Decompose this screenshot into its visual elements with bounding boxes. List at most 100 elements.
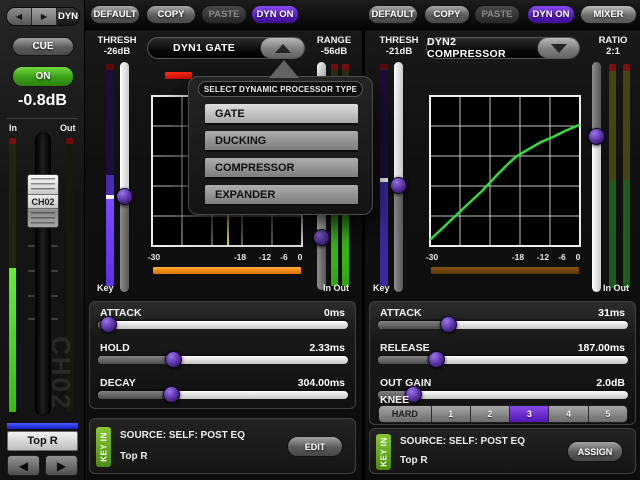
knee-option-5[interactable]: 5 bbox=[589, 406, 627, 422]
dyn2-type-selector[interactable]: DYN2 COMPRESSOR bbox=[426, 37, 580, 59]
nav-next-button[interactable]: ▶ bbox=[32, 8, 57, 25]
nav-prev-button[interactable]: ◀ bbox=[7, 8, 32, 25]
knee-option-1[interactable]: 1 bbox=[432, 406, 471, 422]
dyn1-level-meter bbox=[153, 267, 301, 274]
dyn2-ratio-knob[interactable] bbox=[588, 128, 605, 145]
scale-label: 0 bbox=[566, 252, 590, 262]
dyn2-outgain-slider[interactable] bbox=[378, 391, 628, 399]
scale-label: -18 bbox=[506, 252, 530, 262]
dyn2-graph bbox=[429, 95, 581, 247]
scale-label: -18 bbox=[228, 252, 252, 262]
next-channel-button[interactable]: ▶ bbox=[45, 455, 78, 476]
param-label: ATTACK bbox=[380, 307, 422, 319]
popup-item-gate[interactable]: GATE bbox=[205, 104, 358, 125]
dyn2-selector-arrow-button[interactable] bbox=[537, 38, 579, 58]
dyn2-key-meter bbox=[380, 64, 388, 286]
scale-label: -30 bbox=[142, 252, 166, 262]
dyn2-copy-button[interactable]: COPY bbox=[424, 5, 470, 24]
dyn1-thresh-knob[interactable] bbox=[116, 188, 133, 205]
dyn2-ratio-slider[interactable] bbox=[592, 62, 601, 292]
channel-nav-control: ◀ ▶ DYN bbox=[6, 7, 80, 26]
dyn2-attack-slider[interactable] bbox=[378, 321, 628, 329]
dynamics-screen: ◀ ▶ DYN CUE ON -0.8dB In Out CH02 CH02 bbox=[0, 0, 640, 480]
param-label: OUT GAIN bbox=[380, 377, 431, 389]
dyn1-attack-slider[interactable] bbox=[98, 321, 348, 329]
dyn1-meter-scale: -30 -18 -12 -6 0 bbox=[152, 252, 302, 262]
knee-option-2[interactable]: 2 bbox=[471, 406, 510, 422]
dyn1-hold-slider[interactable] bbox=[98, 356, 348, 364]
dyn1-attack-knob[interactable] bbox=[100, 316, 117, 333]
dyn2-release-knob[interactable] bbox=[428, 351, 445, 368]
mixer-button[interactable]: MIXER bbox=[580, 5, 637, 24]
dyn2-keyin-channel: Top R bbox=[400, 455, 428, 466]
prev-channel-button[interactable]: ◀ bbox=[7, 455, 40, 476]
dyn1-key-label: Key bbox=[97, 283, 114, 293]
dyn2-default-button[interactable]: DEFAULT bbox=[368, 5, 418, 24]
knee-option-hard[interactable]: HARD bbox=[379, 406, 432, 422]
dyn1-keyin-channel: Top R bbox=[120, 451, 148, 462]
cue-button[interactable]: CUE bbox=[12, 37, 74, 56]
knee-option-4[interactable]: 4 bbox=[549, 406, 588, 422]
popup-arrow-icon bbox=[269, 60, 299, 78]
dyn2-type-label: DYN2 COMPRESSOR bbox=[427, 38, 537, 58]
popup-title: SELECT DYNAMIC PROCESSOR TYPE bbox=[198, 81, 363, 97]
dyn1-inout-label: In Out bbox=[323, 283, 349, 293]
dyn2-release-slider[interactable] bbox=[378, 356, 628, 364]
dyn2-thresh-knob[interactable] bbox=[390, 177, 407, 194]
chevron-up-icon bbox=[275, 44, 291, 53]
dyn1-selector-arrow-button[interactable] bbox=[260, 38, 304, 58]
param-value: 2.0dB bbox=[596, 377, 625, 389]
dyn1-type-label: DYN1 GATE bbox=[148, 38, 260, 58]
dyn2-key-label: Key bbox=[373, 283, 390, 293]
dyn-mode-label[interactable]: DYN bbox=[57, 8, 79, 25]
on-button[interactable]: ON bbox=[12, 66, 74, 87]
dyn1-range-label: RANGE bbox=[309, 35, 359, 46]
dyn2-paste-button[interactable]: PASTE bbox=[474, 5, 520, 24]
dyn2-level-meter bbox=[431, 267, 579, 274]
dyn1-type-selector[interactable]: DYN1 GATE bbox=[147, 37, 305, 59]
dyn2-params-box: ATTACK 31ms RELEASE 187.00ms OUT GAIN 2.… bbox=[369, 301, 636, 425]
dyn1-range-knob[interactable] bbox=[313, 229, 330, 246]
dyn1-keyin-edit-button[interactable]: EDIT bbox=[287, 436, 343, 457]
channel-name-button[interactable]: Top R bbox=[7, 431, 78, 451]
dyn2-attack-knob[interactable] bbox=[440, 316, 457, 333]
dyn2-on-button[interactable]: DYN ON bbox=[527, 5, 575, 24]
dyn2-keyin-tab: KEY IN bbox=[376, 434, 391, 470]
popup-item-compressor[interactable]: COMPRESSOR bbox=[205, 158, 358, 179]
dyn1-hold-knob[interactable] bbox=[165, 351, 182, 368]
dyn2-thresh-slider[interactable] bbox=[394, 62, 403, 292]
dyn2-keyin-assign-button[interactable]: ASSIGN bbox=[567, 441, 623, 462]
dyn1-thresh-label: THRESH bbox=[89, 35, 145, 46]
dyn2-thresh-label: THRESH bbox=[371, 35, 427, 46]
dyn1-gr-indicator bbox=[165, 72, 192, 79]
channel-watermark: CH02 bbox=[45, 336, 76, 410]
popup-item-ducking[interactable]: DUCKING bbox=[205, 131, 358, 152]
dyn1-copy-button[interactable]: COPY bbox=[146, 5, 196, 24]
param-value: 2.33ms bbox=[309, 342, 345, 354]
popup-item-expander[interactable]: EXPANDER bbox=[205, 185, 358, 206]
dyn1-paste-button[interactable]: PASTE bbox=[201, 5, 247, 24]
prev-icon: ◀ bbox=[16, 12, 22, 21]
dyn1-thresh-value: -26dB bbox=[89, 46, 145, 57]
knee-option-3[interactable]: 3 bbox=[510, 406, 549, 422]
scale-label: -30 bbox=[420, 252, 444, 262]
dyn1-on-button[interactable]: DYN ON bbox=[251, 5, 299, 24]
fader-handle[interactable]: CH02 bbox=[27, 174, 59, 228]
channel-color-bar bbox=[7, 423, 78, 429]
knee-selector: HARD 1 2 3 4 5 bbox=[378, 405, 628, 423]
param-label: RELEASE bbox=[380, 342, 430, 354]
scale-label: 0 bbox=[288, 252, 312, 262]
channel-strip: ◀ ▶ DYN CUE ON -0.8dB In Out CH02 CH02 bbox=[0, 0, 85, 480]
dyn1-thresh-slider[interactable] bbox=[120, 62, 129, 292]
fader-handle-label: CH02 bbox=[28, 194, 58, 209]
param-value: 187.00ms bbox=[578, 342, 625, 354]
dyn2-in-meter bbox=[609, 64, 616, 288]
param-label: DECAY bbox=[100, 377, 136, 389]
dyn1-decay-knob[interactable] bbox=[163, 386, 180, 403]
dyn1-decay-slider[interactable] bbox=[98, 391, 348, 399]
dyn1-params-box: ATTACK 0ms HOLD 2.33ms DECAY 304.00ms bbox=[89, 301, 356, 409]
chevron-down-icon bbox=[551, 44, 567, 53]
param-value: 31ms bbox=[598, 307, 625, 319]
dyn1-default-button[interactable]: DEFAULT bbox=[90, 5, 140, 24]
dyn1-range-value: -56dB bbox=[309, 46, 359, 57]
